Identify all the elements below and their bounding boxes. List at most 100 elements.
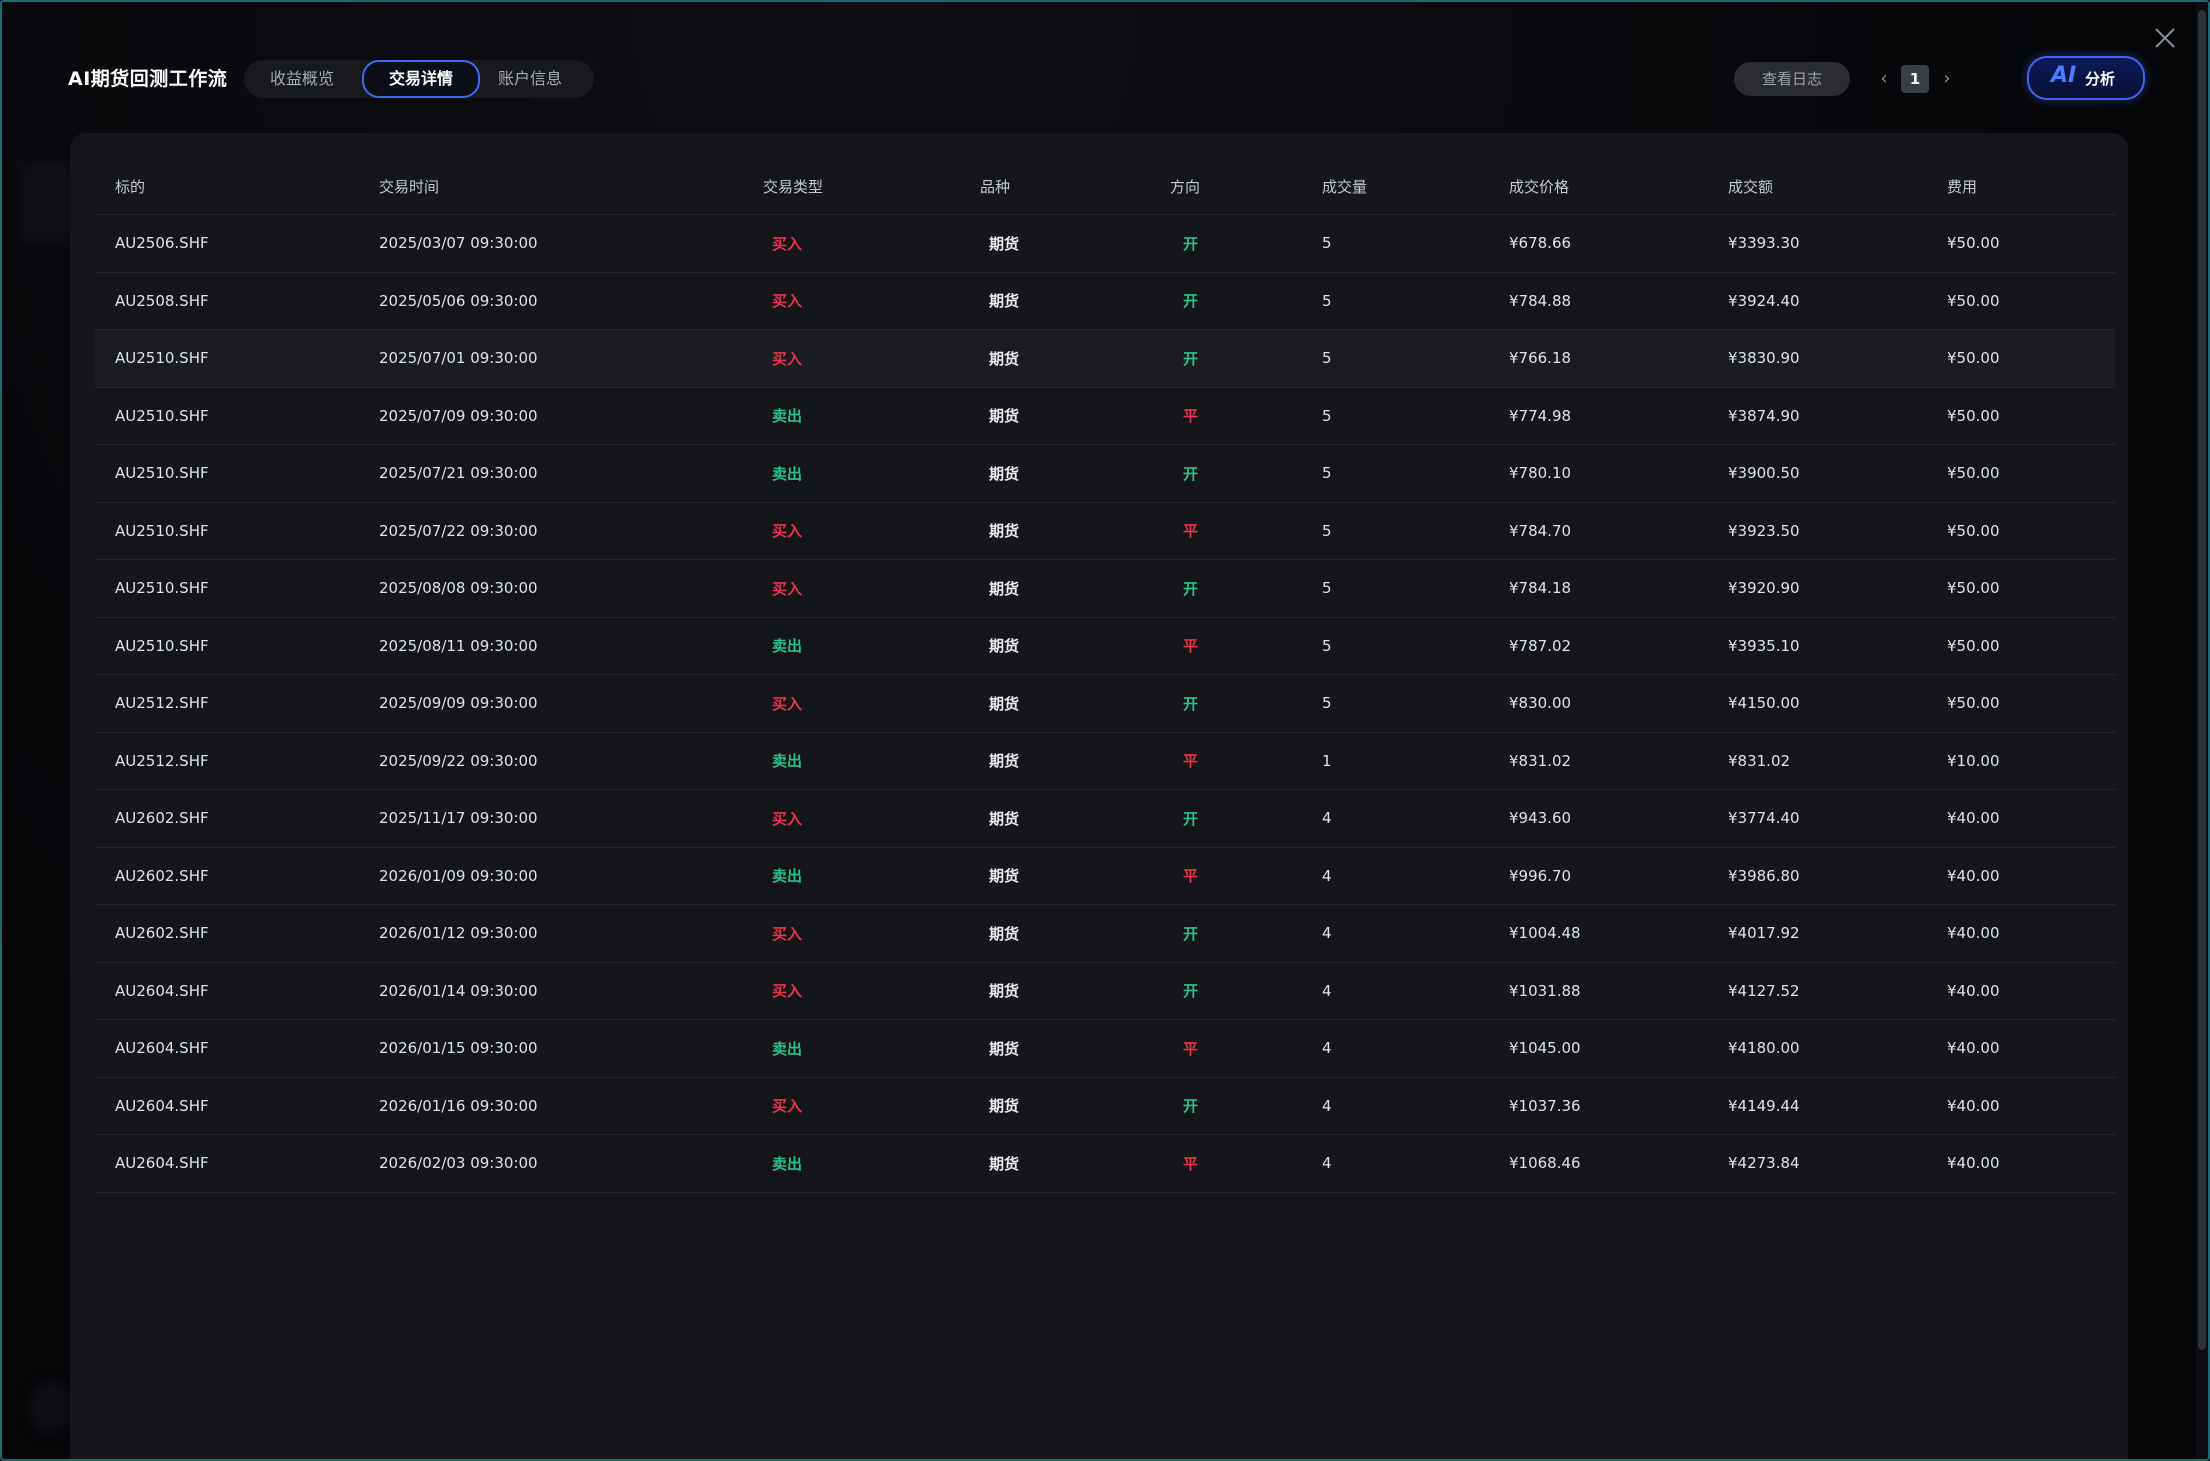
cell-fee: ¥40.00: [1946, 962, 2115, 1020]
cell-amount: ¥3900.50: [1727, 444, 1946, 503]
cell-time: 2026/01/14 09:30:00: [378, 962, 762, 1020]
table-row[interactable]: AU2604.SHF 2026/02/03 09:30:00 卖出 期货平 4 ¥1068…: [95, 1134, 2115, 1193]
cell-fee: ¥40.00: [1946, 789, 2115, 848]
cell-volume: 5: [1321, 559, 1508, 618]
cell-variety: 期货: [979, 617, 1169, 675]
table-row[interactable]: AU2510.SHF 2025/08/08 09:30:00 买入 期货开 5 ¥784.…: [95, 559, 2115, 618]
cell-fee: ¥40.00: [1946, 1019, 2115, 1078]
ai-analysis-button[interactable]: AI 分析: [2027, 56, 2145, 100]
scrollbar[interactable]: [2196, 2, 2208, 1459]
cell-amount: ¥3923.50: [1727, 502, 1946, 560]
trade-table-body: AU2506.SHF 2025/03/07 09:30:00 买入 期货开 5 ¥678.…: [95, 214, 2115, 1193]
cell-variety: 期货: [979, 214, 1169, 273]
cell-symbol: AU2510.SHF: [95, 559, 378, 618]
cell-price: ¥766.18: [1508, 329, 1727, 388]
cell-amount: ¥3924.40: [1727, 272, 1946, 330]
scrollbar-thumb[interactable]: [2198, 10, 2206, 1350]
cell-amount: ¥3393.30: [1727, 214, 1946, 273]
cell-variety: 期货: [979, 502, 1169, 560]
cell-price: ¥943.60: [1508, 789, 1727, 848]
cell-symbol: AU2510.SHF: [95, 502, 378, 560]
table-row[interactable]: AU2508.SHF 2025/05/06 09:30:00 买入 期货开 5 ¥784.…: [95, 272, 2115, 330]
cell-symbol: AU2604.SHF: [95, 962, 378, 1020]
tab-overview[interactable]: 收益概览: [256, 62, 348, 96]
cell-trade-type: 买入: [762, 272, 979, 330]
cell-trade-type: 买入: [762, 674, 979, 733]
cell-amount: ¥4180.00: [1727, 1019, 1946, 1078]
cell-trade-type: 卖出: [762, 732, 979, 790]
cell-volume: 4: [1321, 1077, 1508, 1135]
cell-volume: 5: [1321, 502, 1508, 560]
cell-trade-type: 买入: [762, 559, 979, 618]
cell-direction: 平: [1169, 502, 1321, 560]
table-row[interactable]: AU2604.SHF 2026/01/16 09:30:00 买入 期货开 4 ¥1037…: [95, 1077, 2115, 1135]
page-title: AI期货回测工作流: [68, 68, 228, 90]
cell-time: 2025/09/22 09:30:00: [378, 732, 762, 790]
cell-price: ¥784.88: [1508, 272, 1727, 330]
table-row[interactable]: AU2510.SHF 2025/07/09 09:30:00 卖出 期货平 5 ¥774.…: [95, 387, 2115, 445]
cell-volume: 1: [1321, 732, 1508, 790]
cell-volume: 4: [1321, 1019, 1508, 1078]
pager-prev-icon[interactable]: ‹: [1874, 64, 1894, 94]
cell-price: ¥1068.46: [1508, 1134, 1727, 1193]
cell-symbol: AU2602.SHF: [95, 847, 378, 905]
table-row[interactable]: AU2602.SHF 2026/01/09 09:30:00 卖出 期货平 4 ¥996.…: [95, 847, 2115, 905]
cell-variety: 期货: [979, 674, 1169, 733]
cell-symbol: AU2510.SHF: [95, 329, 378, 388]
table-row[interactable]: AU2510.SHF 2025/07/22 09:30:00 买入 期货平 5 ¥784.…: [95, 502, 2115, 560]
cell-variety: 期货: [979, 444, 1169, 503]
table-row[interactable]: AU2510.SHF 2025/07/21 09:30:00 卖出 期货开 5 ¥780.…: [95, 444, 2115, 503]
cell-fee: ¥50.00: [1946, 502, 2115, 560]
cell-direction: 开: [1169, 1077, 1321, 1135]
cell-price: ¥1037.36: [1508, 1077, 1727, 1135]
pager-next-icon[interactable]: ›: [1937, 64, 1957, 94]
table-row[interactable]: AU2510.SHF 2025/07/01 09:30:00 买入 期货开 5 ¥766.…: [95, 329, 2115, 388]
cell-amount: ¥3920.90: [1727, 559, 1946, 618]
table-row[interactable]: AU2604.SHF 2026/01/14 09:30:00 买入 期货开 4 ¥1031…: [95, 962, 2115, 1020]
cell-direction: 开: [1169, 444, 1321, 503]
cell-amount: ¥3935.10: [1727, 617, 1946, 675]
cell-variety: 期货: [979, 732, 1169, 790]
cell-amount: ¥4273.84: [1727, 1134, 1946, 1193]
cell-price: ¥1031.88: [1508, 962, 1727, 1020]
cell-trade-type: 买入: [762, 962, 979, 1020]
table-row[interactable]: AU2604.SHF 2026/01/15 09:30:00 卖出 期货平 4 ¥1045…: [95, 1019, 2115, 1078]
cell-symbol: AU2604.SHF: [95, 1077, 378, 1135]
cell-trade-type: 卖出: [762, 444, 979, 503]
cell-time: 2026/01/09 09:30:00: [378, 847, 762, 905]
trade-table: 标的 交易时间 交易类型 品种 方向 成交量 成交价格 成交额 费用 AU250…: [95, 158, 2115, 1193]
cell-fee: ¥40.00: [1946, 847, 2115, 905]
cell-fee: ¥50.00: [1946, 444, 2115, 503]
tab-account-info[interactable]: 账户信息: [484, 62, 576, 96]
cell-price: ¥830.00: [1508, 674, 1727, 733]
cell-time: 2026/02/03 09:30:00: [378, 1134, 762, 1193]
close-icon[interactable]: [2153, 26, 2177, 50]
cell-price: ¥1045.00: [1508, 1019, 1727, 1078]
table-row[interactable]: AU2512.SHF 2025/09/09 09:30:00 买入 期货开 5 ¥830.…: [95, 674, 2115, 733]
table-row[interactable]: AU2510.SHF 2025/08/11 09:30:00 卖出 期货平 5 ¥787.…: [95, 617, 2115, 675]
ai-logo-icon: AI: [2051, 63, 2077, 88]
cell-fee: ¥50.00: [1946, 674, 2115, 733]
pager-current-page[interactable]: 1: [1901, 65, 1929, 93]
view-log-button[interactable]: 查看日志: [1734, 62, 1850, 96]
cell-variety: 期货: [979, 904, 1169, 963]
cell-symbol: AU2506.SHF: [95, 214, 378, 273]
cell-time: 2025/08/11 09:30:00: [378, 617, 762, 675]
cell-amount: ¥3830.90: [1727, 329, 1946, 388]
table-row[interactable]: AU2506.SHF 2025/03/07 09:30:00 买入 期货开 5 ¥678.…: [95, 214, 2115, 273]
cell-volume: 4: [1321, 904, 1508, 963]
trade-table-panel: 标的 交易时间 交易类型 品种 方向 成交量 成交价格 成交额 费用 AU250…: [70, 133, 2128, 1459]
tab-trade-details[interactable]: 交易详情: [362, 60, 480, 98]
cell-direction: 开: [1169, 272, 1321, 330]
table-header-row: 标的 交易时间 交易类型 品种 方向 成交量 成交价格 成交额 费用: [95, 158, 2115, 215]
table-row[interactable]: AU2602.SHF 2025/11/17 09:30:00 买入 期货开 4 ¥943.…: [95, 789, 2115, 848]
cell-trade-type: 买入: [762, 789, 979, 848]
cell-time: 2026/01/16 09:30:00: [378, 1077, 762, 1135]
table-row[interactable]: AU2512.SHF 2025/09/22 09:30:00 卖出 期货平 1 ¥831.…: [95, 732, 2115, 790]
col-header-symbol: 标的: [95, 158, 378, 215]
cell-price: ¥678.66: [1508, 214, 1727, 273]
cell-trade-type: 买入: [762, 502, 979, 560]
table-row[interactable]: AU2602.SHF 2026/01/12 09:30:00 买入 期货开 4 ¥1004…: [95, 904, 2115, 963]
cell-variety: 期货: [979, 272, 1169, 330]
cell-fee: ¥50.00: [1946, 329, 2115, 388]
